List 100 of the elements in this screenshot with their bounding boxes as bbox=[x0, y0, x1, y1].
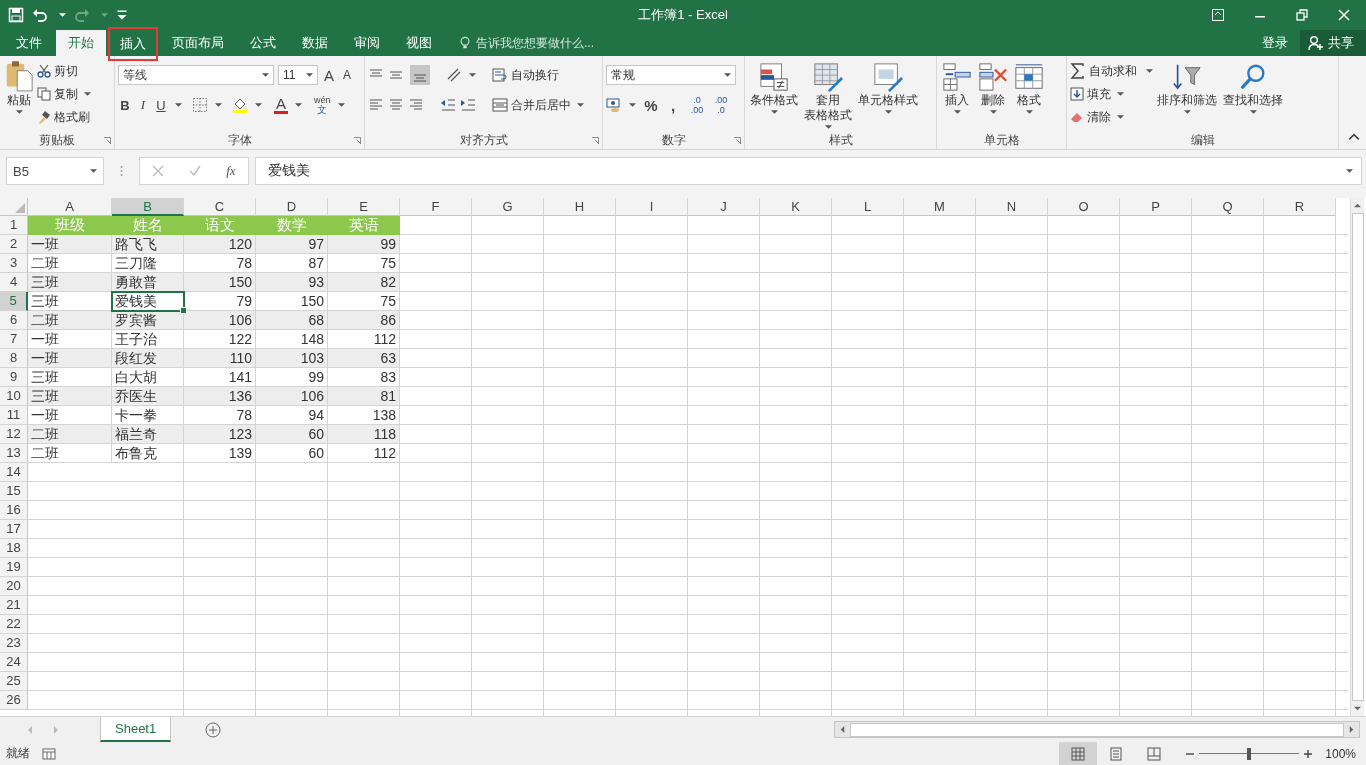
ribbon-tab[interactable]: 开始 bbox=[56, 30, 106, 56]
style-button[interactable]: 单元格样式 bbox=[856, 60, 920, 116]
zoom-level[interactable]: 100% bbox=[1325, 746, 1356, 761]
comma-button[interactable]: , bbox=[666, 95, 680, 115]
row-header[interactable]: 11 bbox=[0, 406, 28, 425]
copy-button[interactable]: 复制 bbox=[37, 84, 91, 104]
underline-button[interactable]: U bbox=[154, 95, 168, 115]
format-painter-button[interactable]: 格式刷 bbox=[37, 107, 91, 127]
row-header[interactable]: 13 bbox=[0, 444, 28, 463]
row-header[interactable]: 18 bbox=[0, 539, 28, 558]
ribbon-display-icon[interactable] bbox=[1212, 9, 1224, 21]
caret-icon[interactable] bbox=[255, 103, 262, 107]
row-header[interactable]: 15 bbox=[0, 482, 28, 501]
left-arrow-icon[interactable] bbox=[839, 726, 846, 733]
row-header[interactable]: 20 bbox=[0, 577, 28, 596]
share-button[interactable]: 共享 bbox=[1300, 30, 1366, 56]
save-icon[interactable] bbox=[8, 7, 24, 23]
ribbon-tab[interactable]: 数据 bbox=[290, 30, 340, 56]
horizontal-scrollbar[interactable] bbox=[834, 721, 1360, 738]
sheet-tab[interactable]: Sheet1 bbox=[100, 717, 172, 742]
column-header[interactable]: M bbox=[904, 198, 976, 216]
row-header[interactable]: 2 bbox=[0, 235, 28, 254]
caret-icon[interactable] bbox=[215, 103, 222, 107]
fill-bucket-icon[interactable] bbox=[232, 97, 248, 113]
caret-icon[interactable] bbox=[337, 103, 345, 107]
column-header[interactable]: K bbox=[760, 198, 832, 216]
add-sheet-icon[interactable] bbox=[205, 721, 222, 738]
cells-button[interactable]: 格式 bbox=[1012, 60, 1046, 116]
bold-button[interactable]: B bbox=[118, 95, 132, 115]
fill-button[interactable]: 填充 bbox=[1070, 84, 1153, 104]
currency-icon[interactable] bbox=[606, 97, 622, 113]
name-box[interactable]: B5 bbox=[6, 157, 104, 185]
grow-font-button[interactable]: A bbox=[322, 65, 336, 85]
cells-button[interactable]: 删除 bbox=[976, 60, 1010, 116]
row-header[interactable]: 26 bbox=[0, 691, 28, 710]
column-header[interactable]: P bbox=[1120, 198, 1192, 216]
row-header[interactable]: 4 bbox=[0, 273, 28, 292]
zoom-slider[interactable] bbox=[1199, 746, 1300, 761]
autosum-button[interactable]: 自动求和 bbox=[1070, 61, 1153, 81]
undo-icon[interactable] bbox=[32, 7, 48, 23]
merge-center-button[interactable]: 合并后居中 bbox=[492, 95, 584, 115]
caret-icon[interactable] bbox=[295, 103, 302, 107]
row-header[interactable]: 23 bbox=[0, 634, 28, 653]
row-header[interactable]: 5 bbox=[0, 292, 28, 311]
restore-icon[interactable] bbox=[1296, 9, 1308, 21]
fill-handle[interactable] bbox=[180, 307, 187, 314]
font-name-dropdown[interactable]: 等线 bbox=[118, 65, 274, 85]
drag-handle-icon[interactable] bbox=[120, 165, 123, 177]
number-format-dropdown[interactable]: 常规 bbox=[606, 65, 736, 85]
row-header[interactable]: 7 bbox=[0, 330, 28, 349]
row-header[interactable]: 12 bbox=[0, 425, 28, 444]
caret-icon[interactable] bbox=[469, 73, 476, 77]
insert-function-button[interactable]: fx bbox=[226, 163, 236, 179]
row-header[interactable]: 3 bbox=[0, 254, 28, 273]
row-header[interactable]: 14 bbox=[0, 463, 28, 482]
cut-button[interactable]: 剪切 bbox=[37, 61, 91, 81]
style-button[interactable]: 条件格式 bbox=[748, 60, 800, 116]
column-header[interactable]: Q bbox=[1192, 198, 1264, 216]
dialog-launcher-icon[interactable] bbox=[734, 137, 741, 144]
row-header[interactable]: 19 bbox=[0, 558, 28, 577]
row-header[interactable]: 22 bbox=[0, 615, 28, 634]
row-header[interactable]: 10 bbox=[0, 387, 28, 406]
decrease-decimal-button[interactable]: .00 .0 bbox=[714, 95, 728, 115]
phonetic-button[interactable]: wén 文 bbox=[314, 95, 331, 115]
font-size-dropdown[interactable]: 11 bbox=[278, 65, 318, 85]
sign-in-link[interactable]: 登录 bbox=[1250, 30, 1300, 56]
close-icon[interactable] bbox=[1338, 9, 1350, 21]
row-header[interactable]: 6 bbox=[0, 311, 28, 330]
ribbon-tab[interactable]: 视图 bbox=[394, 30, 444, 56]
paste-button[interactable]: 粘贴 bbox=[3, 60, 35, 116]
column-header[interactable]: A bbox=[28, 198, 112, 216]
column-header[interactable]: J bbox=[688, 198, 760, 216]
borders-icon[interactable] bbox=[192, 97, 208, 113]
italic-button[interactable]: I bbox=[136, 95, 150, 115]
row-header[interactable]: 8 bbox=[0, 349, 28, 368]
font-color-button[interactable]: A bbox=[274, 96, 288, 114]
down-arrow-icon[interactable] bbox=[1354, 705, 1361, 712]
dialog-launcher-icon[interactable] bbox=[104, 137, 111, 144]
collapse-ribbon-icon[interactable] bbox=[1348, 131, 1360, 143]
shrink-font-button[interactable]: A bbox=[340, 65, 354, 85]
column-header[interactable]: O bbox=[1048, 198, 1120, 216]
style-button[interactable]: 套用 表格格式 bbox=[802, 60, 854, 131]
column-header[interactable]: C bbox=[184, 198, 256, 216]
row-header[interactable]: 16 bbox=[0, 501, 28, 520]
row-header[interactable]: 25 bbox=[0, 672, 28, 691]
column-header[interactable]: G bbox=[472, 198, 544, 216]
increase-indent-icon[interactable] bbox=[460, 97, 476, 113]
ribbon-tab[interactable]: 公式 bbox=[238, 30, 288, 56]
dialog-launcher-icon[interactable] bbox=[592, 137, 599, 144]
orientation-icon[interactable] bbox=[446, 67, 462, 83]
tell-me-field[interactable]: 告诉我您想要做什么... bbox=[476, 36, 626, 50]
column-header[interactable]: E bbox=[328, 198, 400, 216]
row-header[interactable]: 24 bbox=[0, 653, 28, 672]
column-header[interactable]: F bbox=[400, 198, 472, 216]
decrease-indent-icon[interactable] bbox=[440, 97, 456, 113]
caret-icon[interactable] bbox=[175, 103, 182, 107]
percent-button[interactable]: % bbox=[644, 95, 658, 115]
macro-record-icon[interactable] bbox=[42, 746, 56, 761]
zoom-in-icon[interactable] bbox=[1303, 748, 1314, 759]
sort-filter-button[interactable]: 排序和筛选 bbox=[1155, 60, 1219, 116]
